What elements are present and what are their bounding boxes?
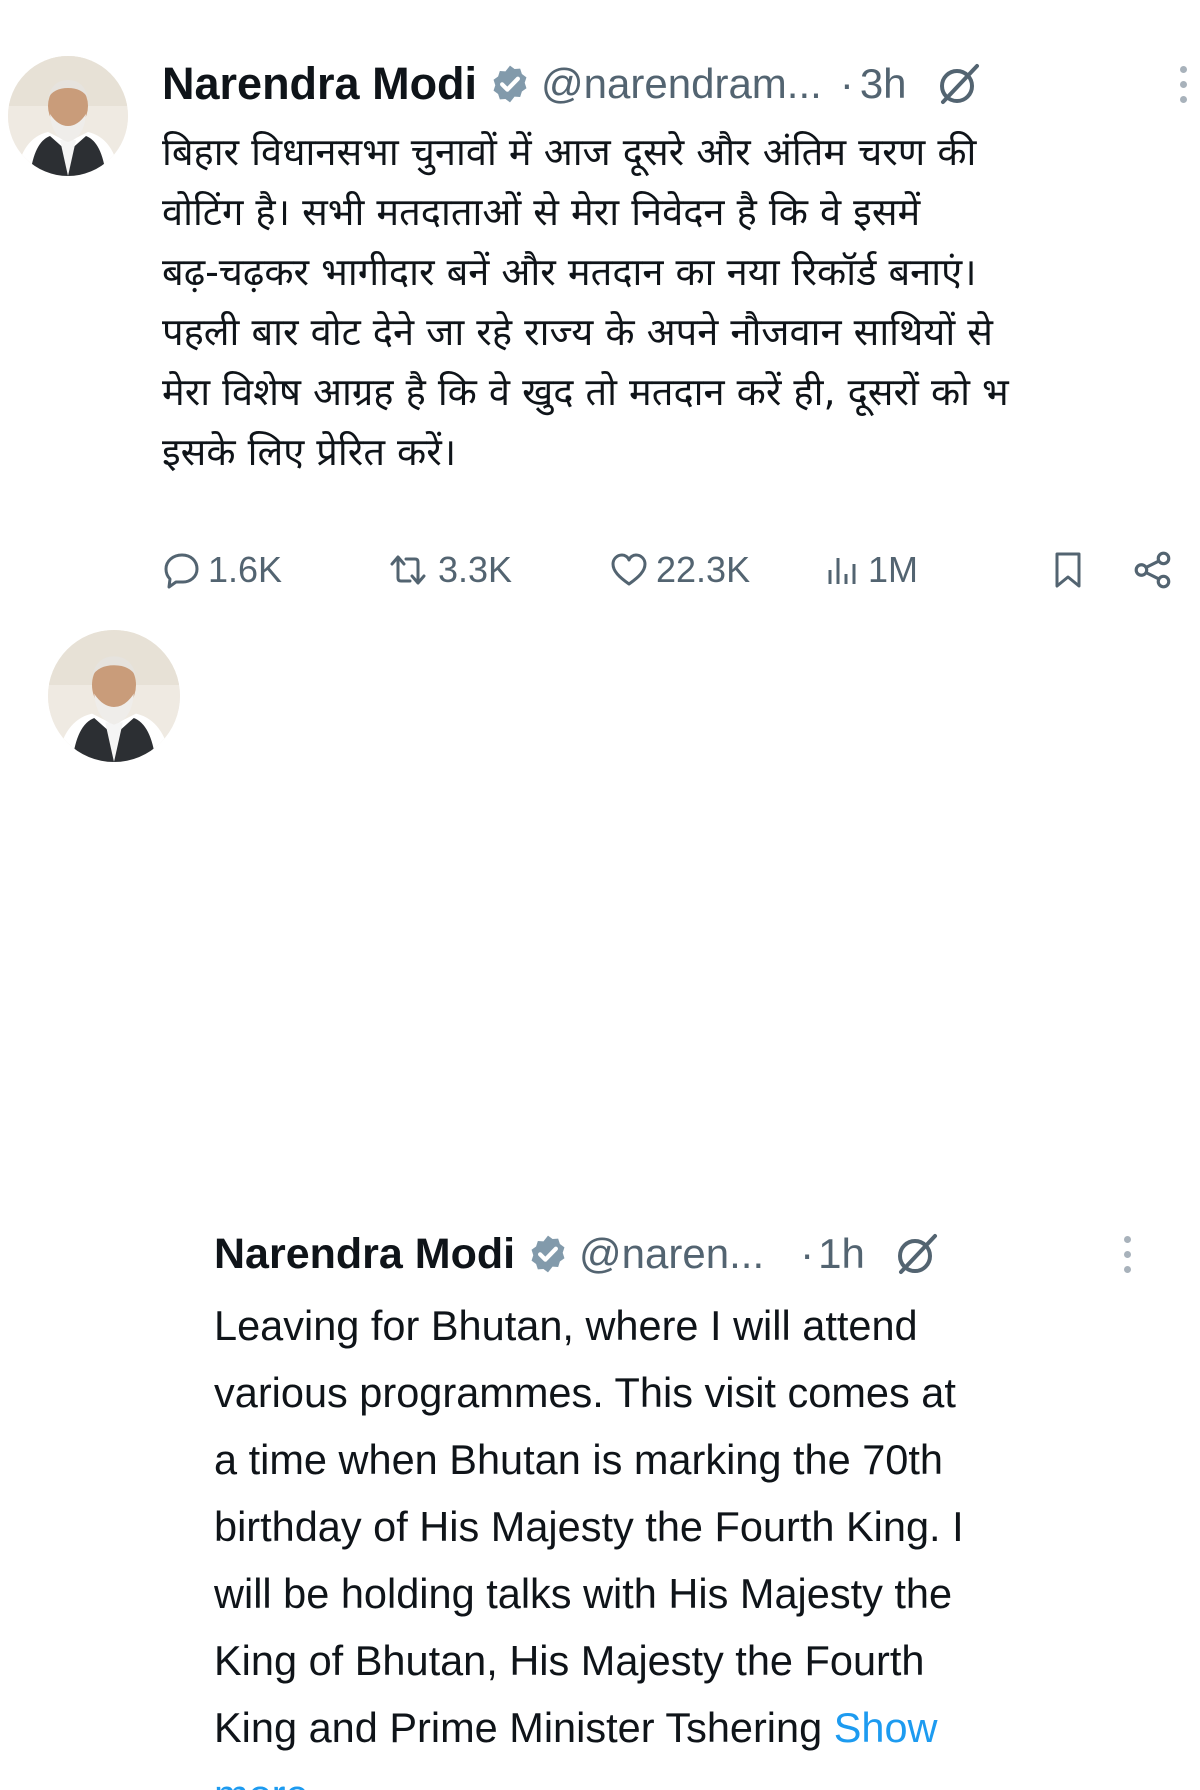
tweet-header: Narendra Modi @narendram... · 3h (162, 52, 983, 116)
repost-button[interactable]: 3.3K (384, 540, 512, 600)
bookmark-icon (1055, 552, 1081, 588)
tweet-english[interactable]: Narendra Modi @naren... · 1h Leaving for… (0, 600, 1200, 1790)
grok-icon[interactable] (935, 60, 983, 108)
separator-dot: · (800, 1230, 815, 1277)
verified-badge-icon (527, 1233, 569, 1275)
handle[interactable]: @narendram... (541, 60, 822, 108)
bookmark-button[interactable] (1048, 540, 1094, 600)
view-count: 1M (868, 549, 919, 590)
display-name[interactable]: Narendra Modi (162, 58, 477, 110)
grok-icon[interactable] (893, 1230, 941, 1278)
like-button[interactable]: 22.3K (608, 540, 750, 600)
share-button[interactable] (1132, 540, 1180, 600)
reply-button[interactable]: 1.6K (162, 540, 282, 600)
timestamp[interactable]: 1h (818, 1230, 865, 1278)
handle[interactable]: @naren... (579, 1230, 764, 1278)
views-icon (828, 558, 856, 584)
like-icon (611, 553, 647, 586)
timestamp[interactable]: 3h (860, 60, 907, 108)
avatar-image (48, 630, 180, 762)
more-icon[interactable] (1180, 66, 1190, 111)
tweet-text: Leaving for Bhutan, where I will attend … (214, 1292, 1174, 1790)
reply-icon (164, 553, 199, 589)
more-icon[interactable] (1124, 1236, 1134, 1281)
separator-dot: · (839, 60, 854, 107)
tweet-text: बिहार विधानसभा चुनावों में आज दूसरे और अ… (162, 130, 1009, 474)
share-icon (1134, 551, 1171, 589)
tweet-header: Narendra Modi @naren... · 1h (214, 1222, 941, 1286)
tweet-text-content: Leaving for Bhutan, where I will attend … (214, 1302, 964, 1751)
repost-icon (390, 555, 426, 585)
avatar[interactable] (8, 56, 128, 176)
views-button[interactable]: 1M (822, 540, 918, 600)
like-count: 22.3K (656, 549, 751, 590)
avatar[interactable] (48, 630, 180, 762)
repost-count: 3.3K (438, 549, 513, 590)
display-name[interactable]: Narendra Modi (214, 1230, 515, 1279)
tweet-actions: 1.6K 3.3K 22.3K 1M (162, 540, 1192, 600)
verified-badge-icon (489, 63, 531, 105)
reply-count: 1.6K (208, 549, 283, 590)
tweet-hindi[interactable]: Narendra Modi @narendram... · 3h बिहार व… (0, 0, 1200, 600)
avatar-image (8, 56, 128, 176)
